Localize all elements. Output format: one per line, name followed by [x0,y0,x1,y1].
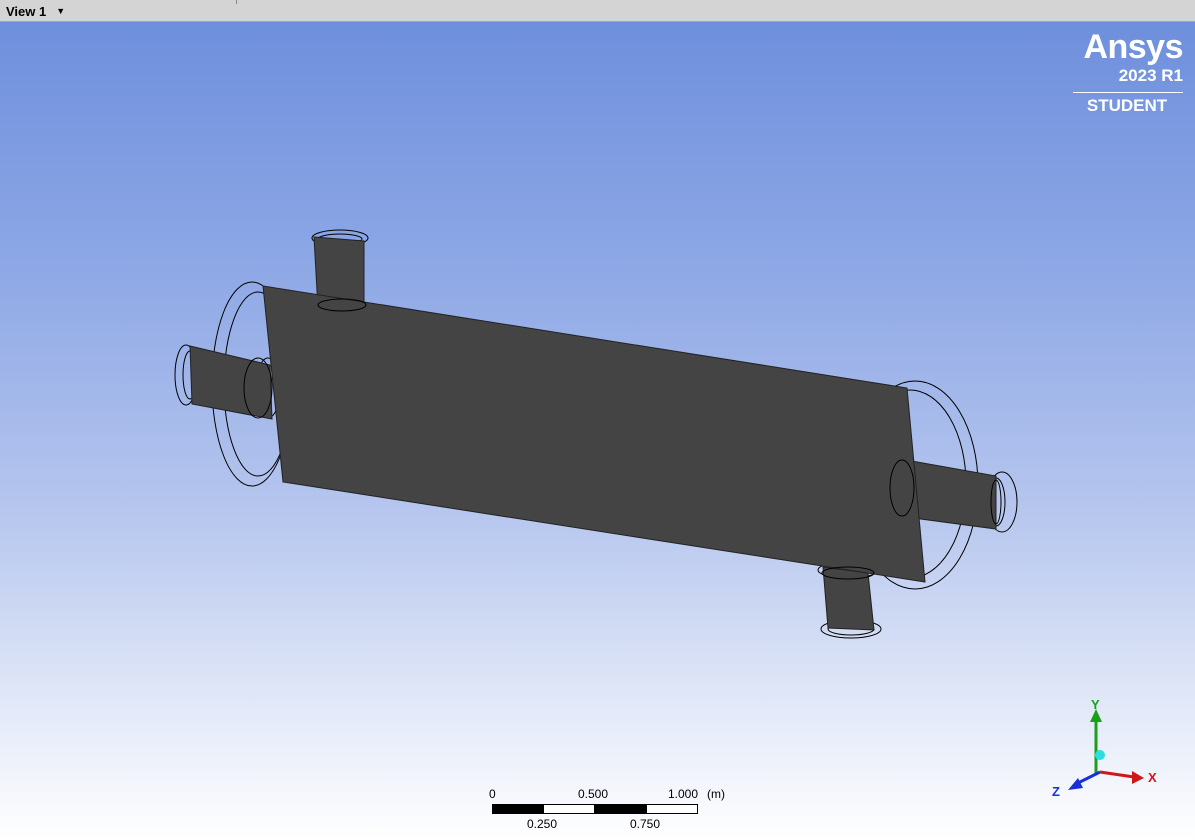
x-axis-line [1099,770,1135,779]
scale-label-0750: 0.750 [630,817,661,831]
logo-version: 2023 R1 [1118,66,1183,85]
logo-divider [1073,92,1183,93]
z-axis-label: Z [1052,784,1060,799]
scale-segment-1 [492,804,543,814]
graphics-viewport[interactable]: Ansys 2023 R1 STUDENT 0 0.500 1.000 (m) … [0,22,1195,840]
left-nozzle [189,345,273,420]
view-tab-bar: View 1 ▼ [0,0,1195,22]
bottom-nozzle [822,566,875,631]
scale-label-0: 0 [489,787,496,801]
scale-segment-3 [595,804,646,814]
scale-label-0500: 0.500 [578,787,609,801]
chevron-down-icon[interactable]: ▼ [56,6,65,16]
scale-segment-2 [543,804,595,814]
x-axis-arrow-icon [1132,771,1144,784]
scale-unit: (m) [707,787,725,801]
y-axis-label: Y [1091,700,1100,712]
logo-brand: Ansys [1083,28,1183,66]
triad-origin-marker [1095,750,1105,760]
ansys-logo: Ansys 2023 R1 STUDENT [1071,28,1184,115]
z-axis-arrow-icon [1068,778,1083,790]
scale-segment-4 [646,804,698,814]
scale-label-1000: 1.000 [668,787,699,801]
shell-body [262,285,926,583]
tab-divider [236,0,237,4]
axis-triad[interactable]: Y X Z [1048,700,1168,810]
view-tab[interactable]: View 1 ▼ [0,0,236,22]
model-solids [189,236,997,631]
scale-label-0250: 0.250 [527,817,558,831]
view-tab-label: View 1 [6,3,47,19]
heat-exchanger-model[interactable] [0,22,1195,840]
logo-edition: STUDENT [1086,96,1168,115]
x-axis-label: X [1148,770,1157,785]
scale-bar: 0 0.500 1.000 (m) 0.250 0.750 [486,786,746,836]
